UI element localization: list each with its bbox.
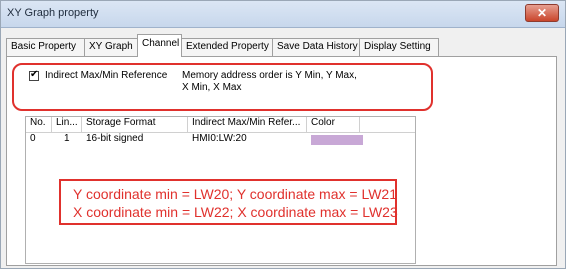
memory-order-note-line2: X Min, X Max	[182, 82, 242, 93]
tab-channel[interactable]: Channel	[137, 34, 182, 57]
tab-basic-property[interactable]: Basic Property	[6, 38, 85, 56]
annotation-line1: Y coordinate min = LW20; Y coordinate ma…	[73, 186, 397, 202]
annotation-line2: X coordinate min = LW22; X coordinate ma…	[73, 204, 398, 220]
column-header-indirect-reference[interactable]: Indirect Max/Min Refer...	[188, 117, 307, 132]
column-header-color[interactable]: Color	[307, 117, 360, 132]
tab-save-data-history[interactable]: Save Data History	[272, 38, 360, 56]
indirect-reference-checkbox[interactable]: ✔	[29, 69, 39, 81]
tab-xy-graph[interactable]: XY Graph	[84, 38, 138, 56]
column-header-line[interactable]: Lin...	[52, 117, 82, 132]
row-0-no[interactable]: 0	[26, 133, 52, 146]
column-header-storage-format[interactable]: Storage Format	[82, 117, 188, 132]
coordinate-annotation: Y coordinate min = LW20; Y coordinate ma…	[59, 179, 398, 225]
tab-extended-property[interactable]: Extended Property	[181, 38, 273, 56]
memory-order-note-line1: Memory address order is Y Min, Y Max,	[182, 70, 357, 81]
row-0-line[interactable]: 1	[60, 133, 84, 146]
close-button[interactable]: ✕	[525, 4, 559, 22]
window-title: XY Graph property	[7, 7, 99, 19]
indirect-reference-label: Indirect Max/Min Reference	[45, 70, 168, 81]
memory-order-note: Memory address order is Y Min, Y Max, X …	[182, 70, 382, 94]
row-0-color-swatch[interactable]	[311, 135, 363, 145]
title-bar[interactable]: XY Graph property ✕	[1, 1, 565, 28]
checkmark-icon: ✔	[30, 69, 39, 80]
tab-display-setting[interactable]: Display Setting	[359, 38, 439, 56]
row-0-indirect-reference[interactable]: HMI0:LW:20	[188, 133, 307, 146]
row-0-storage-format[interactable]: 16-bit signed	[82, 133, 188, 146]
list-header: No. Lin... Storage Format Indirect Max/M…	[26, 117, 415, 133]
column-header-no[interactable]: No.	[26, 117, 52, 132]
close-icon[interactable]: ✕	[526, 6, 558, 20]
